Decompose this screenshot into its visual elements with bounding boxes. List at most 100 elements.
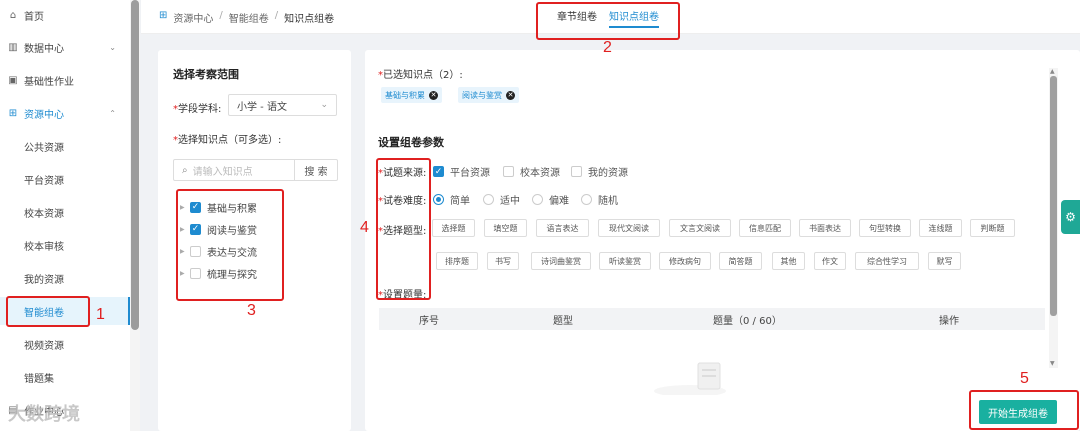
scroll-up-icon[interactable]: ▲	[1050, 68, 1055, 75]
checkbox-checked[interactable]: ✓	[433, 166, 444, 177]
expand-icon[interactable]: ▶	[180, 248, 190, 255]
sidebar-item-public-resource[interactable]: 公共资源	[0, 132, 130, 160]
sidebar-item-resource-center[interactable]: ⊞ 资源中心 ⌃	[0, 99, 130, 127]
checkbox[interactable]	[503, 166, 514, 177]
tree-item[interactable]: ▶ 表达与交流	[180, 243, 257, 259]
top-bar: ⊞ 资源中心 / 智能组卷 / 知识点组卷 章节组卷 知识点组卷	[141, 0, 1080, 34]
qtype-button[interactable]: 连线题	[919, 219, 962, 237]
checkbox[interactable]	[190, 267, 201, 279]
radio[interactable]	[532, 194, 543, 205]
sidebar-item-label: 基础性作业	[24, 76, 74, 88]
qtype-button[interactable]: 判断题	[970, 219, 1015, 237]
tree-item[interactable]: ▶ 梳理与探究	[180, 265, 257, 281]
knowledge-chip: 基础与积累 ✕	[381, 87, 442, 103]
qtype-button[interactable]: 其他	[772, 252, 805, 270]
source-option[interactable]: ✓ 平台资源	[433, 164, 490, 179]
selected-label-text: 已选知识点（2）:	[383, 70, 463, 81]
source-option[interactable]: 我的资源	[571, 164, 628, 179]
search-icon: ⌕	[182, 164, 188, 176]
qtype-button[interactable]: 修改病句	[659, 252, 711, 270]
sidebar-item-wrong-questions[interactable]: 错题集	[0, 363, 130, 391]
search-placeholder: 请输入知识点	[192, 166, 253, 178]
qtype-button[interactable]: 书面表达	[799, 219, 851, 237]
annotation-number: 4	[360, 219, 369, 236]
qtype-button[interactable]: 诗词曲鉴赏	[531, 252, 591, 270]
qtype-button[interactable]: 综合性学习	[855, 252, 919, 270]
expand-icon[interactable]: ▶	[180, 270, 190, 277]
tab-knowledge[interactable]: 知识点组卷	[609, 8, 659, 28]
qtype-button[interactable]: 句型转换	[859, 219, 911, 237]
source-label: *试题来源:	[378, 168, 427, 179]
tree-item[interactable]: ▶ ✓ 阅读与鉴赏	[180, 221, 257, 237]
scroll-down-icon[interactable]: ▼	[1050, 360, 1055, 367]
qtype-button[interactable]: 简答题	[719, 252, 762, 270]
qtype-button[interactable]: 排序题	[436, 252, 478, 270]
breadcrumb-item[interactable]: 智能组卷	[229, 10, 269, 25]
sidebar-item-my-resource[interactable]: 我的资源	[0, 264, 130, 292]
expand-icon[interactable]: ▶	[180, 204, 190, 211]
breadcrumb-item[interactable]: 资源中心	[173, 10, 213, 25]
sidebar-item-school-resource[interactable]: 校本资源	[0, 198, 130, 226]
option-label: 随机	[598, 196, 618, 207]
chip-label: 基础与积累	[385, 90, 425, 100]
close-icon[interactable]: ✕	[429, 90, 438, 100]
checkbox-checked[interactable]: ✓	[190, 201, 201, 213]
radio[interactable]	[483, 194, 494, 205]
sidebar-item-video-resource[interactable]: 视频资源	[0, 330, 130, 358]
col-action: 操作	[939, 315, 959, 327]
qtype-button[interactable]: 听读鉴赏	[599, 252, 651, 270]
sidebar-item-home[interactable]: ⌂ 首页	[0, 1, 130, 29]
qtype-button[interactable]: 文言文阅读	[669, 219, 731, 237]
difficulty-option[interactable]: 简单	[433, 192, 470, 207]
sidebar-item-school-review[interactable]: 校本审核	[0, 231, 130, 259]
grid-icon: ⊞	[8, 107, 18, 119]
qtype-button[interactable]: 默写	[928, 252, 961, 270]
tree-item[interactable]: ▶ ✓ 基础与积累	[180, 199, 257, 215]
qtype-button[interactable]: 书写	[487, 252, 519, 270]
checkbox[interactable]	[571, 166, 582, 177]
subject-select[interactable]: 小学 - 语文 ⌄	[228, 94, 337, 116]
knowledge-search-input[interactable]: ⌕ 请输入知识点	[173, 159, 295, 181]
subject-value: 小学 - 语文	[237, 101, 287, 113]
qtype-button[interactable]: 现代文阅读	[598, 219, 660, 237]
difficulty-option[interactable]: 随机	[581, 192, 618, 207]
source-option[interactable]: 校本资源	[503, 164, 560, 179]
close-icon[interactable]: ✕	[506, 90, 515, 100]
qtype-button[interactable]: 语言表达	[536, 219, 589, 237]
checkbox-checked[interactable]: ✓	[190, 223, 201, 235]
sidebar-item-label: 平台资源	[24, 175, 64, 187]
difficulty-option[interactable]: 偏难	[532, 192, 569, 207]
generate-paper-button[interactable]: 开始生成组卷	[979, 400, 1057, 424]
tree-item-label: 表达与交流	[207, 247, 257, 259]
tree-item-label: 梳理与探究	[207, 269, 257, 281]
empty-state-icon	[650, 355, 730, 397]
sidebar-item-data-center[interactable]: ▥ 数据中心 ⌄	[0, 33, 130, 61]
difficulty-label: *试卷难度:	[378, 196, 427, 207]
sidebar-item-platform-resource[interactable]: 平台资源	[0, 165, 130, 193]
col-type: 题型	[553, 315, 573, 327]
expand-icon[interactable]: ▶	[180, 226, 190, 233]
qtype-button[interactable]: 作文	[814, 252, 846, 270]
option-label: 校本资源	[520, 168, 560, 179]
radio[interactable]	[581, 194, 592, 205]
radio-selected[interactable]	[433, 194, 444, 205]
params-scrollbar-thumb[interactable]	[1050, 76, 1057, 316]
breadcrumb: ⊞ 资源中心 / 智能组卷 / 知识点组卷	[159, 10, 334, 25]
sidebar-item-basic-homework[interactable]: ▣ 基础性作业	[0, 66, 130, 94]
checkbox[interactable]	[190, 245, 201, 257]
col-count: 题量（0 / 60）	[713, 315, 782, 327]
sidebar-item-label: 错题集	[24, 373, 54, 385]
qtype-button[interactable]: 选择题	[432, 219, 475, 237]
gear-icon[interactable]: ⚙	[1061, 200, 1080, 234]
qtype-label-text: 选择题型:	[383, 226, 427, 237]
table-header: 序号 题型 题量（0 / 60） 操作	[379, 308, 1045, 330]
difficulty-option[interactable]: 适中	[483, 192, 520, 207]
sidebar-scrollbar-thumb[interactable]	[131, 0, 139, 330]
annotation-number: 2	[603, 39, 612, 56]
tab-chapter[interactable]: 章节组卷	[557, 8, 597, 28]
search-button[interactable]: 搜 索	[294, 159, 338, 181]
qtype-button[interactable]: 填空题	[484, 219, 527, 237]
qtype-button[interactable]: 信息匹配	[739, 219, 791, 237]
sidebar-item-label: 公共资源	[24, 142, 64, 154]
sidebar-item-smart-paper[interactable]: 智能组卷	[0, 297, 130, 325]
